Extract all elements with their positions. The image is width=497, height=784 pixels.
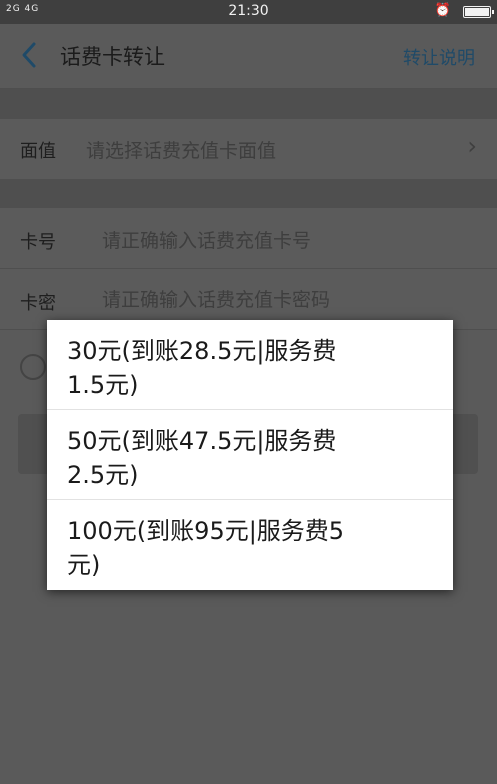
status-time: 21:30 <box>228 3 269 19</box>
status-bar: 2G 4G 21:30 ⏰ <box>0 0 497 24</box>
transfer-help-link[interactable]: 转让说明 <box>403 44 475 70</box>
option-text: 50元(到账47.5元|服务费 <box>67 427 337 455</box>
denomination-placeholder: 请选择话费充值卡面值 <box>86 140 277 162</box>
card-password-input[interactable]: 请正确输入话费充值卡密码 <box>102 285 330 312</box>
denomination-option[interactable]: 50元(到账47.5元|服务费 2.5元) <box>47 410 453 500</box>
denomination-label: 面值 <box>20 141 56 162</box>
back-arrow-icon[interactable] <box>18 40 42 70</box>
card-number-input[interactable]: 请正确输入话费充值卡号 <box>102 226 311 253</box>
option-text: 30元(到账28.5元|服务费 <box>67 337 337 365</box>
option-text: 元) <box>67 551 101 579</box>
title-bar: 话费卡转让 转让说明 <box>0 24 497 89</box>
option-text: 1.5元) <box>67 371 139 399</box>
alarm-icon: ⏰ <box>434 3 451 18</box>
option-text: 100元(到账95元|服务费5 <box>67 517 345 545</box>
option-text: 2.5元) <box>67 461 139 489</box>
section-gap <box>0 180 497 208</box>
chevron-right-icon: › <box>467 132 477 160</box>
card-number-label: 卡号 <box>20 232 56 253</box>
agreement-radio[interactable] <box>20 354 46 380</box>
denomination-option[interactable]: 100元(到账95元|服务费5 元) <box>47 500 453 590</box>
card-number-row: 卡号 请正确输入话费充值卡号 <box>0 208 497 269</box>
denomination-option[interactable]: 30元(到账28.5元|服务费 1.5元) <box>47 320 453 410</box>
battery-icon <box>463 6 494 18</box>
section-gap <box>0 89 497 119</box>
card-password-label: 卡密 <box>20 293 56 314</box>
page-title: 话费卡转让 <box>60 45 165 69</box>
denomination-row[interactable]: 面值 请选择话费充值卡面值 › <box>0 119 497 180</box>
denomination-popup: 30元(到账28.5元|服务费 1.5元) 50元(到账47.5元|服务费 2.… <box>47 320 453 590</box>
